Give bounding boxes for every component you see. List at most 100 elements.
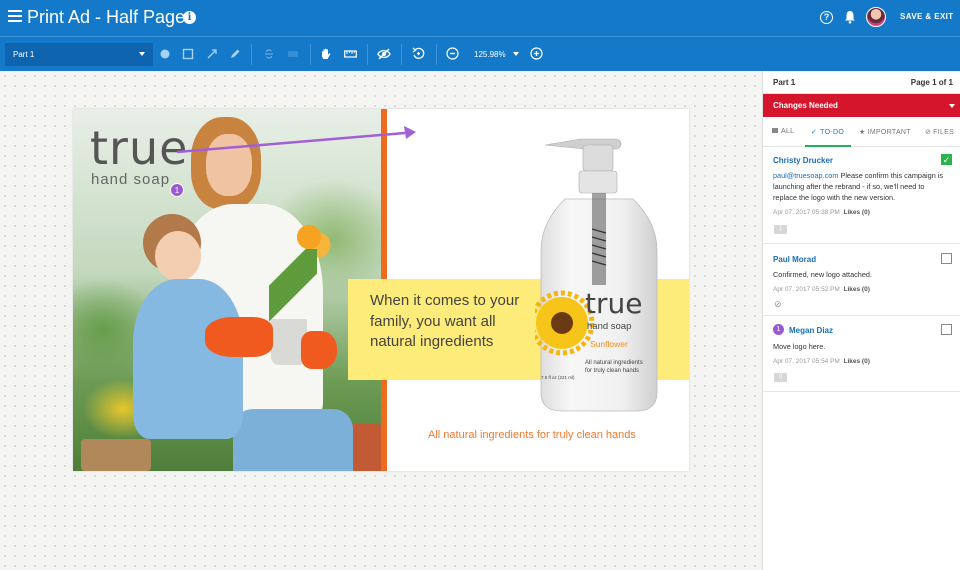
- annotation-pin[interactable]: 1: [170, 183, 184, 197]
- comment-author[interactable]: Christy Drucker: [773, 156, 833, 165]
- reply-bubble-icon[interactable]: 1: [774, 225, 787, 234]
- status-label: Changes Needed: [773, 101, 838, 110]
- strikethrough-tool-icon[interactable]: [263, 48, 275, 60]
- zoom-in-icon[interactable]: [530, 47, 543, 60]
- hand-tool-icon[interactable]: [319, 47, 333, 61]
- bottle-size: 7.5 fl oz (221 ml): [541, 375, 575, 380]
- rotate-icon[interactable]: [412, 47, 425, 60]
- bottle-description-2: for truly clean hands: [585, 368, 639, 374]
- comment-done-checkbox[interactable]: ✓: [941, 154, 952, 165]
- part-select[interactable]: Part 1: [5, 43, 153, 66]
- hide-markup-icon[interactable]: [377, 48, 391, 60]
- child-face: [155, 231, 201, 281]
- child-shirt: [133, 279, 243, 439]
- zoom-out-icon[interactable]: [446, 47, 459, 60]
- chevron-down-icon: [949, 104, 955, 108]
- mother-face: [206, 134, 252, 196]
- toolbar-divider: [367, 44, 368, 65]
- toolbar-divider: [310, 44, 311, 65]
- likes-button[interactable]: Likes (0): [843, 358, 869, 365]
- rectangle-tool-icon[interactable]: [182, 48, 194, 60]
- ad-headline: When it comes to your family, you want a…: [370, 292, 520, 350]
- part-select-value: Part 1: [13, 50, 35, 59]
- toolbar-divider: [251, 44, 252, 65]
- paperclip-icon: ⊘: [925, 129, 932, 136]
- basket: [81, 439, 151, 471]
- comment-item[interactable]: Christy Drucker ✓ paul@truesoap.com Plea…: [763, 147, 960, 244]
- page-title: Print Ad - Half Page: [27, 7, 186, 27]
- zoom-level[interactable]: 125.98%: [474, 50, 506, 59]
- tab-all-label: ALL: [781, 128, 795, 135]
- comment-body: Move logo here.: [773, 342, 826, 351]
- help-icon[interactable]: ?: [820, 11, 833, 24]
- likes-button[interactable]: Likes (0): [843, 209, 869, 216]
- logo-subtitle: hand soap: [91, 171, 171, 188]
- page-indicator: Page 1 of 1: [910, 78, 953, 87]
- tab-all[interactable]: ALL: [772, 128, 794, 135]
- comment-date: Apr 07, 2017 05:54 PM: [773, 358, 840, 365]
- comment-author[interactable]: Paul Morad: [773, 255, 816, 264]
- comment-date: Apr 07, 2017 05:52 PM: [773, 286, 840, 293]
- tab-to-do-label: TO-DO: [820, 129, 845, 136]
- orange-glove: [205, 317, 273, 357]
- comment-meta: Apr 07, 2017 05:54 PM Likes (0): [773, 358, 870, 365]
- comment-text: paul@truesoap.com Please confirm this ca…: [773, 170, 949, 203]
- star-icon: ★: [859, 129, 866, 136]
- markup-toolbar: Part 1 125.98%: [0, 36, 960, 71]
- comment-icon: [772, 128, 778, 133]
- menu-icon[interactable]: [8, 10, 22, 24]
- save-exit-button[interactable]: SAVE & EXIT: [900, 12, 954, 21]
- soap-bottle: true hand soap Sunflower All natural ing…: [535, 138, 658, 412]
- bottle-description-1: All natural ingredients: [585, 360, 643, 366]
- ad-tagline: All natural ingredients for truly clean …: [428, 429, 636, 441]
- avatar[interactable]: [866, 7, 886, 27]
- info-icon[interactable]: i: [183, 11, 196, 24]
- mention-email[interactable]: paul@truesoap.com: [773, 171, 838, 180]
- bottle-variant: Sunflower: [590, 339, 628, 349]
- app-header: Print Ad - Half Page i ? SAVE & EXIT: [0, 0, 960, 36]
- bottle-brand: true: [585, 287, 642, 320]
- comments-panel: Part 1 Page 1 of 1 Changes Needed ALL ✓ T…: [762, 71, 960, 570]
- mother-jeans: [233, 409, 353, 471]
- plant-leaves: [269, 249, 317, 321]
- circle-tool-icon[interactable]: [159, 48, 171, 60]
- family-photo: true hand soap: [73, 109, 381, 471]
- orange-glove: [301, 331, 337, 369]
- comment-date: Apr 07, 2017 05:38 PM: [773, 209, 840, 216]
- ruler-tool-icon[interactable]: [344, 48, 357, 60]
- comment-done-checkbox[interactable]: [941, 253, 952, 264]
- comment-filter-tabs: ALL ✓ TO-DO ★ IMPORTANT ⊘ FILES: [763, 117, 960, 147]
- comment-item[interactable]: 1 Megan Diaz Move logo here. Apr 07, 201…: [763, 316, 960, 392]
- comment-body: Confirmed, new logo attached.: [773, 270, 872, 279]
- tab-important[interactable]: ★ IMPORTANT: [859, 128, 911, 136]
- attachment-icon[interactable]: ⊘: [774, 299, 782, 310]
- arrow-tool-icon[interactable]: [206, 48, 218, 60]
- toolbar-divider: [401, 44, 402, 65]
- status-dropdown[interactable]: Changes Needed: [763, 94, 960, 117]
- comment-item[interactable]: Paul Morad Confirmed, new logo attached.…: [763, 244, 960, 316]
- highlight-tool-icon[interactable]: [287, 48, 299, 60]
- toolbar-divider: [436, 44, 437, 65]
- tab-important-label: IMPORTANT: [867, 129, 911, 136]
- likes-button[interactable]: Likes (0): [843, 286, 869, 293]
- chevron-down-icon: [139, 52, 145, 56]
- chevron-down-icon[interactable]: [513, 52, 519, 56]
- proof-canvas[interactable]: true hand soap When it comes to your fam…: [0, 71, 762, 570]
- print-ad-artwork[interactable]: true hand soap When it comes to your fam…: [73, 109, 689, 471]
- pen-tool-icon[interactable]: [229, 48, 241, 60]
- panel-header: Part 1 Page 1 of 1: [763, 71, 960, 94]
- comment-author[interactable]: Megan Diaz: [789, 326, 833, 335]
- comment-meta: Apr 07, 2017 05:52 PM Likes (0): [773, 286, 870, 293]
- bell-icon[interactable]: [844, 10, 856, 24]
- reply-bubble-icon[interactable]: 0: [774, 373, 787, 382]
- tab-files[interactable]: ⊘ FILES: [925, 128, 954, 136]
- tab-to-do[interactable]: ✓ TO-DO: [811, 128, 844, 136]
- annotation-number-badge[interactable]: 1: [773, 324, 784, 335]
- logo-wordmark: true: [90, 121, 189, 175]
- check-icon: ✓: [811, 129, 818, 136]
- bottle-subtitle: hand soap: [587, 321, 631, 332]
- tab-files-label: FILES: [933, 129, 955, 136]
- panel-part-label: Part 1: [773, 78, 796, 87]
- comment-done-checkbox[interactable]: [941, 324, 952, 335]
- comment-meta: Apr 07, 2017 05:38 PM Likes (0): [773, 209, 870, 216]
